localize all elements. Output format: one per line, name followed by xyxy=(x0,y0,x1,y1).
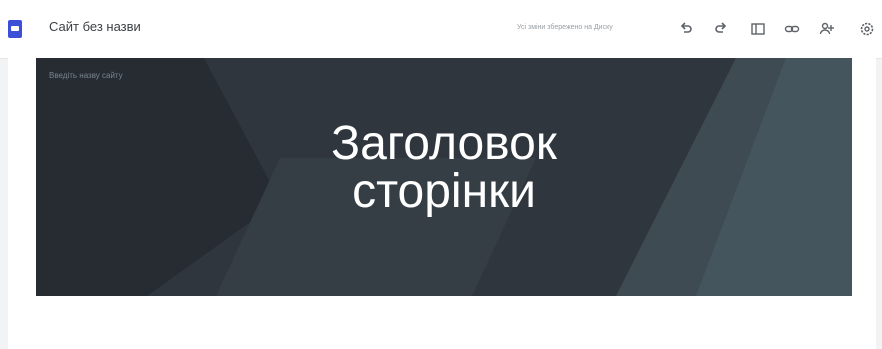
add-person-icon[interactable] xyxy=(815,17,839,41)
undo-icon[interactable] xyxy=(674,17,698,41)
google-sites-logo-icon[interactable] xyxy=(8,20,22,38)
site-title[interactable]: Сайт без назви xyxy=(49,19,141,34)
preview-icon[interactable] xyxy=(746,17,770,41)
redo-icon[interactable] xyxy=(709,17,733,41)
settings-icon[interactable] xyxy=(855,17,879,41)
top-toolbar: Сайт без назви Усі зміни збережено на Ди… xyxy=(0,0,882,59)
save-status: Усі зміни збережено на Диску xyxy=(517,24,613,31)
page-title[interactable]: Заголовок сторінки xyxy=(36,120,852,216)
page-title-line-2: сторінки xyxy=(352,165,536,218)
site-name-field[interactable]: Введіть назву сайту xyxy=(49,71,123,80)
link-icon[interactable] xyxy=(780,17,804,41)
page-title-line-1: Заголовок xyxy=(331,117,557,170)
page-header-banner[interactable]: Введіть назву сайту Заголовок сторінки xyxy=(36,58,852,296)
